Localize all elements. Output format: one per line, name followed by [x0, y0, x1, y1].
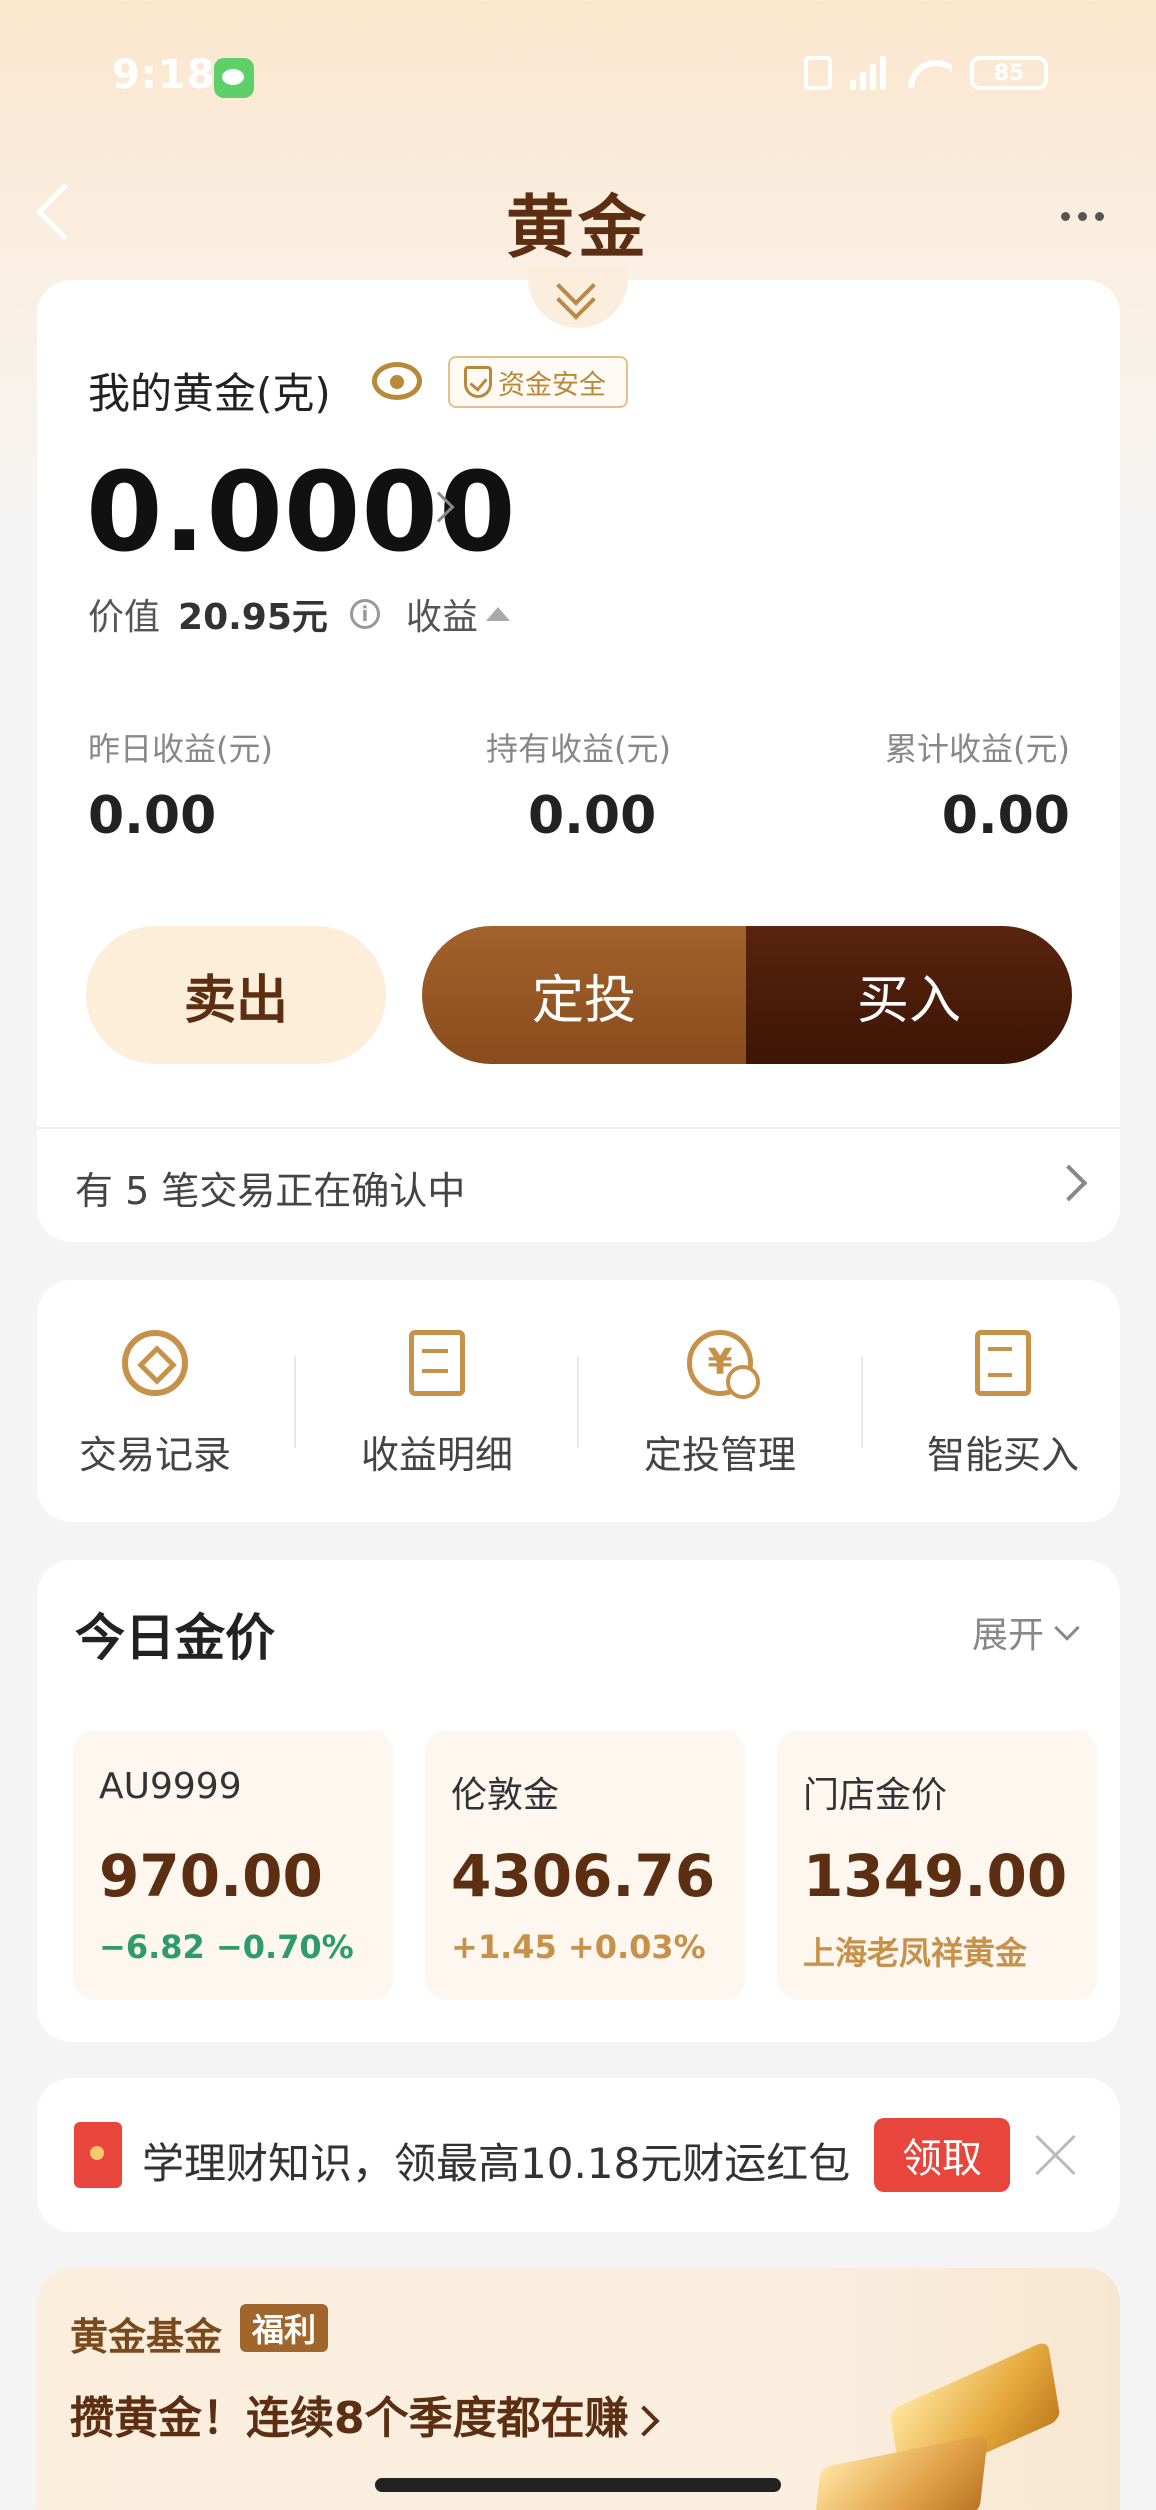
stat-label-holding: 持有收益(元): [486, 730, 671, 768]
price-tile-store[interactable]: 门店金价 1349.00 上海老凤祥黄金: [777, 1730, 1097, 2000]
gold-price-title: 今日金价: [75, 1609, 275, 1667]
separator: [577, 1356, 579, 1448]
pending-transactions-text[interactable]: 有 5 笔交易正在确认中: [75, 1160, 465, 1215]
value-amount: 20.95元: [178, 597, 328, 638]
fund-safety-label: 资金安全: [498, 369, 606, 401]
value-label: 价值: [88, 597, 161, 638]
home-indicator[interactable]: [375, 2478, 781, 2492]
expand-label: 展开: [971, 1615, 1044, 1656]
status-time: 9:18: [112, 52, 216, 98]
sell-button[interactable]: 卖出: [86, 926, 386, 1064]
quick-link-plan-management[interactable]: ¥ 定投管理: [595, 1330, 845, 1479]
price-tile-change: −6.82 −0.70%: [99, 1928, 354, 1966]
value-row: 价值 20.95元 i 收益: [88, 588, 510, 640]
info-icon[interactable]: i: [349, 599, 380, 629]
welfare-tag: 福利: [240, 2304, 329, 2352]
price-tile-london[interactable]: 伦敦金 4306.76 +1.45 +0.03%: [425, 1730, 745, 2000]
stat-label-yesterday: 昨日收益(元): [88, 730, 273, 768]
divider: [37, 1127, 1120, 1129]
my-gold-label: 我的黄金(克): [88, 369, 331, 418]
more-icon[interactable]: [1061, 212, 1104, 221]
earnings-toggle[interactable]: 收益: [406, 588, 478, 640]
price-tile-price: 1349.00: [803, 1842, 1068, 1910]
red-envelope-icon: [74, 2122, 122, 2188]
fund-safety-badge[interactable]: 资金安全: [448, 356, 628, 408]
banner-title: 黄金基金: [70, 2315, 223, 2359]
separator: [294, 1356, 296, 1448]
detail-icon: [409, 1330, 465, 1396]
battery-icon: 85: [970, 56, 1048, 90]
chevron-down-icon: [1054, 1615, 1080, 1641]
plan-manage-icon: ¥: [687, 1330, 760, 1399]
smart-buy-icon: [975, 1330, 1031, 1396]
caret-up-icon[interactable]: [485, 607, 510, 621]
wifi-icon: [908, 56, 952, 90]
vibrate-icon: [804, 56, 832, 90]
buy-button[interactable]: 买入: [746, 926, 1072, 1064]
quick-link-smart-buy[interactable]: 智能买入: [878, 1330, 1128, 1479]
shield-icon: [464, 366, 492, 398]
claim-button[interactable]: 领取: [874, 2118, 1010, 2192]
price-tile-price: 4306.76: [451, 1842, 716, 1910]
expand-button[interactable]: 展开: [971, 1606, 1080, 1658]
signal-icon: [850, 56, 890, 90]
page-title: 黄金: [505, 189, 650, 268]
price-tile-au9999[interactable]: AU9999 970.00 −6.82 −0.70%: [73, 1730, 393, 2000]
status-icons: 85: [804, 56, 1048, 90]
quick-link-earnings-detail[interactable]: 收益明细: [312, 1330, 562, 1479]
promo-text[interactable]: 学理财知识，领最高10.18元财运红包: [142, 2130, 850, 2191]
banner-slogan[interactable]: 攒黄金！连续8个季度都在赚: [70, 2382, 660, 2446]
close-icon[interactable]: [1030, 2130, 1080, 2180]
gold-bar-image: [811, 2330, 1080, 2510]
fixed-investment-button[interactable]: 定投: [422, 926, 746, 1064]
price-tile-price: 970.00: [99, 1842, 323, 1910]
quick-link-label: 收益明细: [360, 1433, 513, 1477]
plan-buy-button-group: 定投 买入: [422, 926, 1072, 1064]
price-tile-change: +1.45 +0.03%: [451, 1928, 706, 1966]
gold-grams-value[interactable]: 0.0000: [86, 448, 516, 576]
stat-value-yesterday: 0.00: [88, 786, 217, 846]
price-tile-name: 伦敦金: [451, 1775, 560, 1816]
wechat-notification-icon: [214, 58, 254, 98]
record-icon: [122, 1330, 188, 1396]
banner-slogan-text: 攒黄金！连续8个季度都在赚: [70, 2393, 629, 2444]
price-tile-name: 门店金价: [803, 1775, 948, 1816]
quick-link-label: 定投管理: [643, 1433, 796, 1477]
stat-label-total: 累计收益(元): [885, 730, 1070, 768]
separator: [861, 1356, 863, 1448]
price-tile-store-name: 上海老凤祥黄金: [803, 1934, 1028, 1972]
stat-value-holding: 0.00: [528, 786, 657, 846]
chevron-right-icon: [628, 2405, 660, 2437]
quick-link-label: 交易记录: [78, 1433, 231, 1477]
quick-link-label: 智能买入: [926, 1433, 1079, 1477]
price-tile-name: AU9999: [99, 1766, 242, 1807]
quick-link-trade-records[interactable]: 交易记录: [30, 1330, 280, 1479]
stat-value-total: 0.00: [941, 786, 1070, 846]
eye-icon[interactable]: [372, 362, 422, 400]
